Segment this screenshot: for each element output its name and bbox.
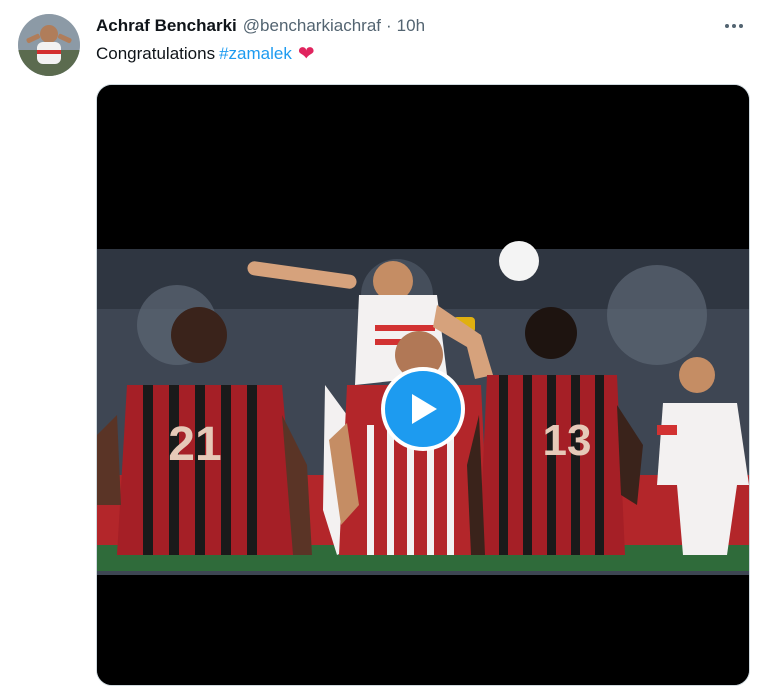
tweet-text: Congratulations #zamalek ❤ (96, 44, 315, 64)
heart-icon: ❤ (297, 43, 315, 65)
svg-text:21: 21 (168, 418, 221, 471)
author-name[interactable]: Achraf Bencharki (96, 16, 237, 36)
svg-text:13: 13 (543, 416, 592, 465)
tweet-card[interactable]: Achraf Bencharki @bencharkiachraf · 10h … (0, 0, 768, 686)
avatar-image (18, 14, 80, 76)
play-button[interactable] (381, 367, 465, 451)
separator-dot: · (386, 16, 392, 35)
play-icon (412, 394, 437, 424)
tweet-header: Achraf Bencharki @bencharkiachraf · 10h (96, 14, 748, 38)
hashtag-link[interactable]: #zamalek (219, 44, 292, 64)
author-handle[interactable]: @bencharkiachraf (243, 16, 381, 36)
avatar[interactable] (18, 14, 80, 76)
tweet-timestamp[interactable]: 10h (397, 16, 425, 36)
tweet-text-plain: Congratulations (96, 44, 216, 63)
video-player[interactable]: 21 13 (96, 84, 750, 686)
more-icon[interactable] (722, 14, 746, 38)
